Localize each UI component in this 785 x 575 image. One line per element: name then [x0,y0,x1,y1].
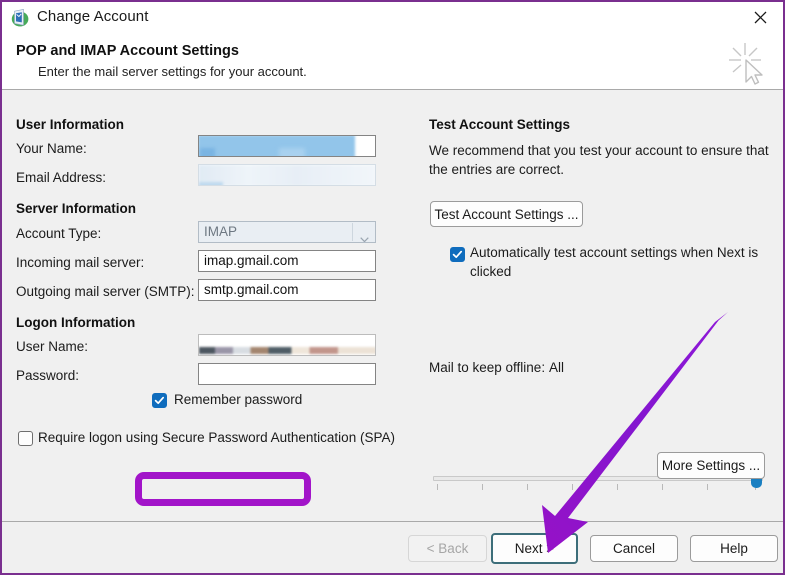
auto-test-label-line2[interactable]: clicked [470,264,511,279]
mail-to-keep-offline-label: Mail to keep offline: [429,360,546,375]
outlook-globe-icon [10,8,30,28]
remember-password-checkbox[interactable] [152,393,167,408]
slider-tick [662,484,663,490]
require-spa-label[interactable]: Require logon using Secure Password Auth… [38,430,395,445]
your-name-redaction-dark [200,148,215,156]
email-address-redaction [199,165,375,185]
account-type-value: IMAP [204,224,238,239]
next-button[interactable]: Next > [491,533,578,564]
help-button[interactable]: Help [690,535,778,562]
slider-tick [527,484,528,490]
your-name-label: Your Name: [16,141,87,156]
your-name-redaction-soft [279,148,305,156]
change-account-dialog: Change Account POP and IMAP Account Sett… [0,0,785,575]
close-icon[interactable] [737,2,783,33]
account-type-select[interactable]: IMAP [198,221,376,243]
user-information-heading: User Information [16,117,125,132]
wizard-cursor-icon [723,39,771,87]
slider-tick [572,484,573,490]
remember-password-label[interactable]: Remember password [174,392,302,407]
more-settings-button[interactable]: More Settings ... [657,452,765,479]
user-name-redaction [199,347,375,354]
incoming-mail-server-input[interactable]: imap.gmail.com [198,250,376,272]
outgoing-mail-server-label: Outgoing mail server (SMTP): [16,284,195,299]
page-subtitle: Enter the mail server settings for your … [38,64,307,79]
remember-password-highlight-annotation [135,472,311,506]
mail-to-keep-offline-value: All [549,360,565,375]
cancel-button[interactable]: Cancel [590,535,678,562]
dialog-header: POP and IMAP Account Settings Enter the … [2,35,783,89]
slider-tick [617,484,618,490]
slider-tick [707,484,708,490]
auto-test-label-line1[interactable]: Automatically test account settings when… [470,245,758,260]
email-address-label: Email Address: [16,170,107,185]
outgoing-mail-server-input[interactable]: smtp.gmail.com [198,279,376,301]
user-name-input[interactable] [198,334,376,356]
your-name-input[interactable] [198,135,376,157]
back-button[interactable]: < Back [408,535,487,562]
account-type-label: Account Type: [16,226,102,241]
test-account-description-line2: the entries are correct. [429,162,565,177]
dialog-body: User Information Your Name: Email Addres… [2,90,783,521]
slider-tick [437,484,438,490]
logon-information-heading: Logon Information [16,315,136,330]
your-name-redaction [199,136,355,156]
server-information-heading: Server Information [16,201,137,216]
slider-tick [482,484,483,490]
email-address-redaction-edge [199,182,223,185]
auto-test-checkbox[interactable] [450,247,465,262]
window-title: Change Account [37,8,149,25]
page-title: POP and IMAP Account Settings [16,43,239,59]
title-bar: Change Account [2,2,783,35]
chevron-down-icon [360,229,369,242]
incoming-mail-server-label: Incoming mail server: [16,255,145,270]
password-label: Password: [16,368,80,383]
require-spa-checkbox[interactable] [18,431,33,446]
email-address-input[interactable] [198,164,376,186]
test-account-settings-heading: Test Account Settings [429,117,571,132]
user-name-label: User Name: [16,339,89,354]
dialog-footer: < Back Next > Cancel Help [2,522,783,573]
test-account-settings-button[interactable]: Test Account Settings ... [430,201,583,227]
test-account-description-line1: We recommend that you test your account … [429,143,769,158]
password-input[interactable] [198,363,376,385]
account-type-separator [352,223,353,241]
